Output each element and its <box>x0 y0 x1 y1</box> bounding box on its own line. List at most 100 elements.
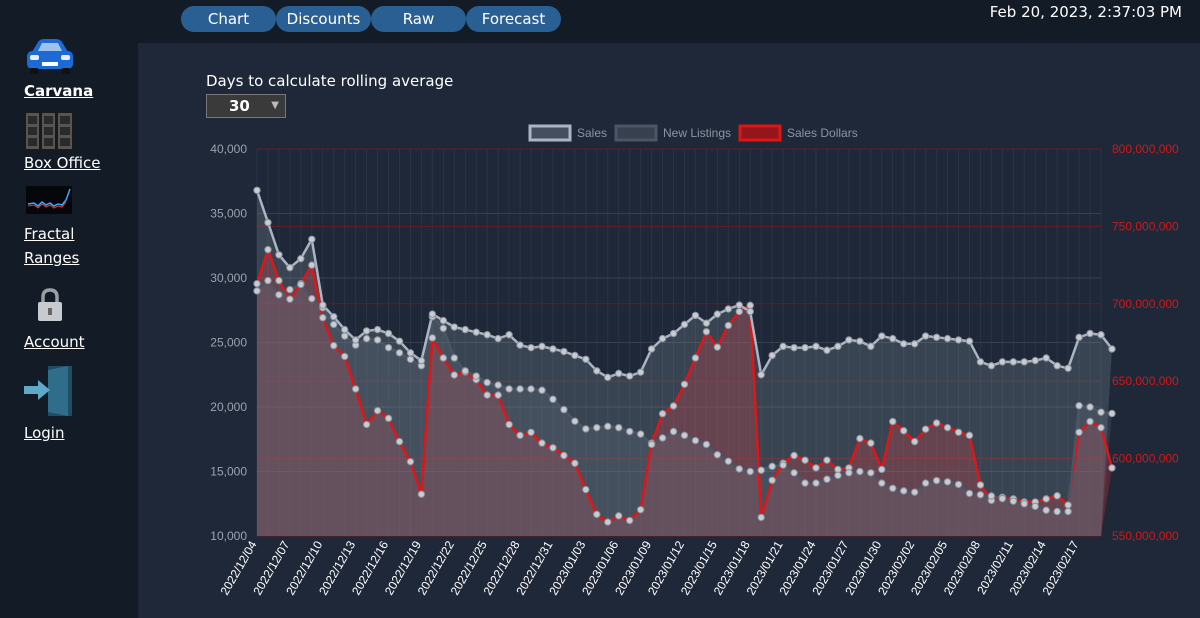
data-point <box>494 381 502 389</box>
data-point <box>746 467 754 476</box>
data-point <box>319 301 327 309</box>
data-point <box>1108 409 1116 418</box>
data-point <box>362 327 371 335</box>
legend-label: New Listings <box>663 126 731 140</box>
data-point <box>549 444 557 452</box>
data-point <box>932 419 941 427</box>
data-point <box>878 332 886 340</box>
data-point <box>746 301 754 310</box>
data-point <box>625 427 634 436</box>
data-point <box>669 329 678 338</box>
data-point <box>428 310 437 318</box>
data-point <box>571 459 579 467</box>
data-point <box>461 367 469 375</box>
data-point <box>943 334 952 343</box>
data-point <box>417 490 426 498</box>
legend-swatch <box>738 124 782 142</box>
data-point <box>779 461 787 469</box>
y-left-tick-label: 30,000 <box>210 271 247 285</box>
data-point <box>571 417 579 425</box>
data-point <box>636 368 645 376</box>
y-left-tick-label: 10,000 <box>210 529 247 543</box>
data-point <box>1053 492 1061 500</box>
data-point <box>801 343 809 352</box>
y-left-tick-label: 20,000 <box>210 400 247 414</box>
data-point <box>253 186 261 194</box>
legend-swatch <box>614 124 658 142</box>
data-point <box>351 385 360 393</box>
data-point <box>494 334 502 343</box>
data-point <box>297 280 305 289</box>
data-point <box>691 311 700 320</box>
data-point <box>505 385 513 393</box>
data-point <box>757 466 765 474</box>
data-point <box>505 420 513 429</box>
data-point <box>889 484 897 492</box>
data-point <box>1075 333 1083 342</box>
data-point <box>625 372 634 380</box>
data-point <box>867 439 875 447</box>
data-point <box>680 380 689 388</box>
data-point <box>867 469 875 477</box>
data-point <box>801 456 809 464</box>
data-point <box>735 301 743 309</box>
data-point <box>549 345 557 353</box>
data-point <box>636 430 645 438</box>
data-point <box>593 423 601 432</box>
data-point <box>987 492 996 500</box>
data-point <box>275 291 283 299</box>
data-point <box>768 462 776 471</box>
data-point <box>680 320 689 329</box>
data-point <box>330 341 338 350</box>
data-point <box>976 358 985 366</box>
data-point <box>1053 507 1061 516</box>
legend-label: Sales <box>577 126 607 140</box>
data-point <box>965 489 974 498</box>
data-point <box>669 427 678 436</box>
data-point <box>702 440 711 449</box>
data-point <box>724 457 733 465</box>
data-point <box>286 263 294 272</box>
data-point <box>954 480 963 489</box>
data-point <box>406 457 415 466</box>
data-point <box>976 481 985 489</box>
data-point <box>340 325 349 334</box>
data-point <box>286 295 294 303</box>
data-point <box>856 434 864 443</box>
y-right-tick-label: 700,000,000 <box>1112 297 1179 311</box>
y-right-tick-label: 550,000,000 <box>1112 529 1179 543</box>
y-left-tick-label: 40,000 <box>210 142 247 156</box>
data-point <box>1097 408 1105 416</box>
data-point <box>932 333 941 342</box>
data-point <box>921 479 930 487</box>
data-point <box>450 323 458 331</box>
data-point <box>724 321 733 330</box>
data-point <box>878 465 886 474</box>
data-point <box>932 476 941 485</box>
data-point <box>658 410 667 418</box>
data-point <box>560 451 568 460</box>
data-point <box>965 337 974 345</box>
data-point <box>702 319 711 327</box>
data-point <box>889 334 897 343</box>
data-point <box>1075 428 1083 436</box>
data-point <box>757 513 765 522</box>
data-point <box>538 342 546 351</box>
data-point <box>483 378 491 387</box>
data-point <box>1097 423 1105 432</box>
data-point <box>308 235 316 244</box>
y-right-tick-label: 650,000,000 <box>1112 374 1179 388</box>
data-point <box>702 327 711 336</box>
data-point <box>582 425 590 433</box>
data-point <box>362 334 371 343</box>
data-point <box>834 471 842 480</box>
data-point <box>340 332 349 340</box>
data-point <box>604 518 612 526</box>
data-point <box>965 431 974 440</box>
data-point <box>1064 364 1072 372</box>
data-point <box>582 355 590 363</box>
data-point <box>527 428 535 436</box>
data-point <box>395 349 404 357</box>
data-point <box>823 346 831 354</box>
data-point <box>319 314 327 322</box>
